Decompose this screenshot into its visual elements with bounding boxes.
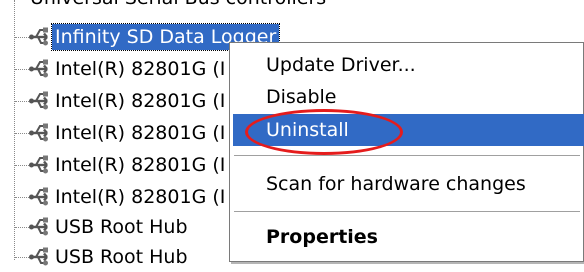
menu-item-scan-for-hardware-changes[interactable]: Scan for hardware changes (233, 168, 584, 200)
tree-item-label[interactable]: Intel(R) 82801G (I (52, 184, 228, 210)
tree-branch-line (15, 227, 29, 228)
context-menu: Update Driver... Disable Uninstall Scan … (229, 42, 584, 262)
tree-branch-line (15, 101, 29, 102)
menu-item-disable[interactable]: Disable (233, 81, 584, 113)
tree-branch-line (15, 165, 29, 166)
usb-icon (29, 27, 48, 46)
menu-separator (234, 155, 580, 156)
usb-icon (29, 59, 48, 78)
tree-branch-line (15, 69, 29, 70)
tree-item-label[interactable]: Intel(R) 82801G (I (52, 56, 228, 82)
usb-icon (29, 187, 48, 206)
category-label-usb-controllers[interactable]: Universal Serial Bus controllers (30, 0, 326, 9)
menu-item-properties[interactable]: Properties (233, 221, 584, 253)
tree-item-label[interactable]: USB Root Hub (52, 214, 191, 240)
tree-item-label[interactable]: USB Root Hub (52, 244, 191, 270)
tree-branch-line (15, 37, 29, 38)
usb-icon (29, 217, 48, 236)
tree-item-label[interactable]: Intel(R) 82801G (I (52, 120, 228, 146)
usb-icon (29, 123, 48, 142)
menu-item-uninstall[interactable]: Uninstall (233, 114, 584, 146)
tree-branch-line (15, 257, 29, 258)
usb-icon (29, 155, 48, 174)
menu-item-update-driver[interactable]: Update Driver... (233, 49, 584, 81)
tree-branch-line (15, 133, 29, 134)
tree-branch-line (15, 197, 29, 198)
usb-icon (29, 91, 48, 110)
tree-item-label[interactable]: Intel(R) 82801G (I (52, 152, 228, 178)
usb-icon (29, 247, 48, 266)
menu-separator (234, 211, 580, 212)
tree-item-label[interactable]: Intel(R) 82801G (I (52, 88, 228, 114)
